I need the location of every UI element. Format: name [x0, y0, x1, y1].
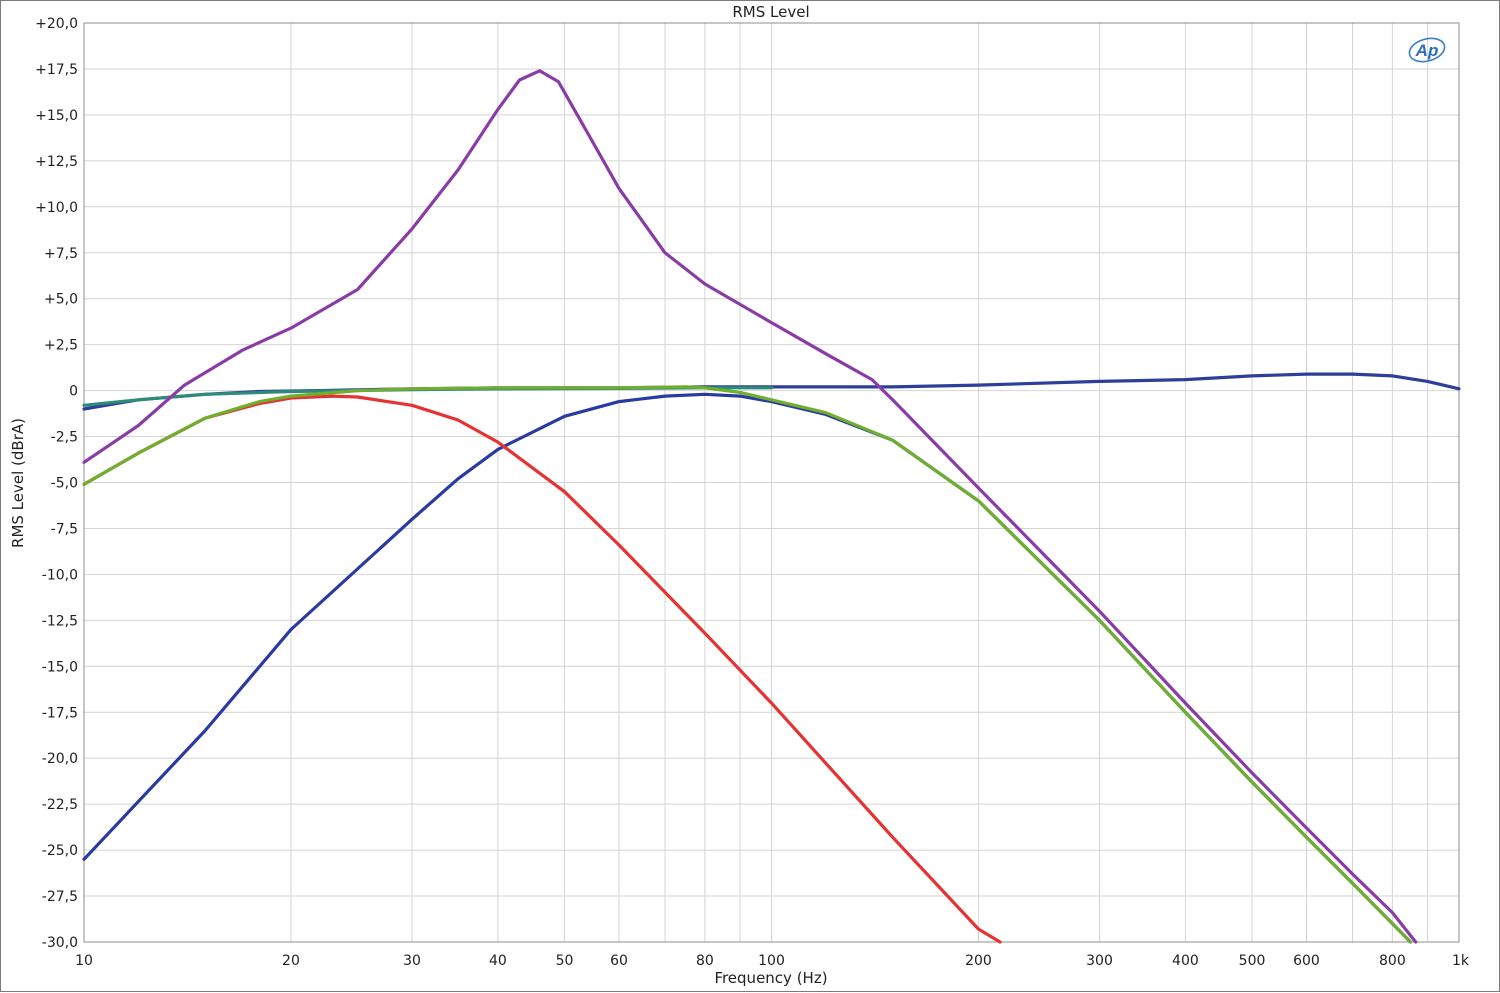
y-tick-label: -15,0	[42, 659, 78, 675]
ap-logo-text: Ap	[1415, 41, 1439, 60]
y-tick-label: -27,5	[42, 889, 78, 905]
rms-level-chart: +20,0 +17,5 +15,0 +12,5 +10,0 +7,5 +5,0 +2,5 0 -2…	[9, 3, 1470, 987]
x-tick-label: 1k	[1452, 953, 1470, 969]
series-line-4	[82, 394, 1002, 944]
y-tick-label: -7,5	[51, 521, 78, 537]
y-tick-label: +7,5	[44, 246, 78, 262]
y-tick-label: +10,0	[35, 200, 78, 216]
x-tick-label: 50	[556, 953, 574, 969]
chart-frame: +20,0 +17,5 +15,0 +12,5 +10,0 +7,5 +5,0 +2,5 0 -2…	[0, 0, 1500, 992]
y-tick-label: +5,0	[44, 292, 78, 308]
series-line-3	[82, 392, 1413, 944]
x-tick-label: 500	[1239, 953, 1266, 969]
x-tick-label: 300	[1086, 953, 1113, 969]
x-tick-label: 800	[1379, 953, 1406, 969]
series-line-6	[82, 69, 1418, 944]
y-tick-label: 0	[69, 384, 78, 400]
x-axis-label: Frequency (Hz)	[714, 969, 827, 987]
y-tick-label: -10,0	[42, 567, 78, 583]
x-tick-label: 30	[403, 953, 421, 969]
y-tick-label: -17,5	[42, 705, 78, 721]
y-tick-label: -20,0	[42, 751, 78, 767]
x-tick-label: 60	[610, 953, 628, 969]
ap-logo: Ap	[1408, 37, 1446, 63]
y-tick-label: +15,0	[35, 108, 78, 124]
x-tick-label: 400	[1172, 953, 1199, 969]
y-axis-label: RMS Level (dBrA)	[9, 418, 27, 548]
x-tick-label: 40	[489, 953, 507, 969]
y-tick-label: -12,5	[42, 613, 78, 629]
x-tick-label: 200	[965, 953, 992, 969]
y-tick-label: -25,0	[42, 843, 78, 859]
y-tick-label: +17,5	[35, 62, 78, 78]
y-tick-label: +20,0	[35, 16, 78, 32]
x-tick-labels: 10 20 30 40 50 60 80 100 200 300 400 500 600 800 1k	[75, 953, 1470, 969]
chart-title: RMS Level	[732, 3, 809, 21]
y-tick-label: +12,5	[35, 154, 78, 170]
x-tick-label: 600	[1293, 953, 1320, 969]
y-tick-label: +2,5	[44, 338, 78, 354]
series-line-5	[82, 385, 1413, 944]
x-tick-label: 100	[758, 953, 785, 969]
x-tick-label: 10	[75, 953, 93, 969]
grid	[83, 22, 1460, 943]
y-tick-label: -5,0	[51, 476, 78, 492]
y-tick-label: -22,5	[42, 797, 78, 813]
y-tick-label: -2,5	[51, 430, 78, 446]
x-tick-label: 20	[282, 953, 300, 969]
x-tick-label: 80	[696, 953, 714, 969]
y-tick-label: -30,0	[42, 935, 78, 951]
y-tick-labels: +20,0 +17,5 +15,0 +12,5 +10,0 +7,5 +5,0 +2,5 0 -2…	[35, 16, 78, 951]
